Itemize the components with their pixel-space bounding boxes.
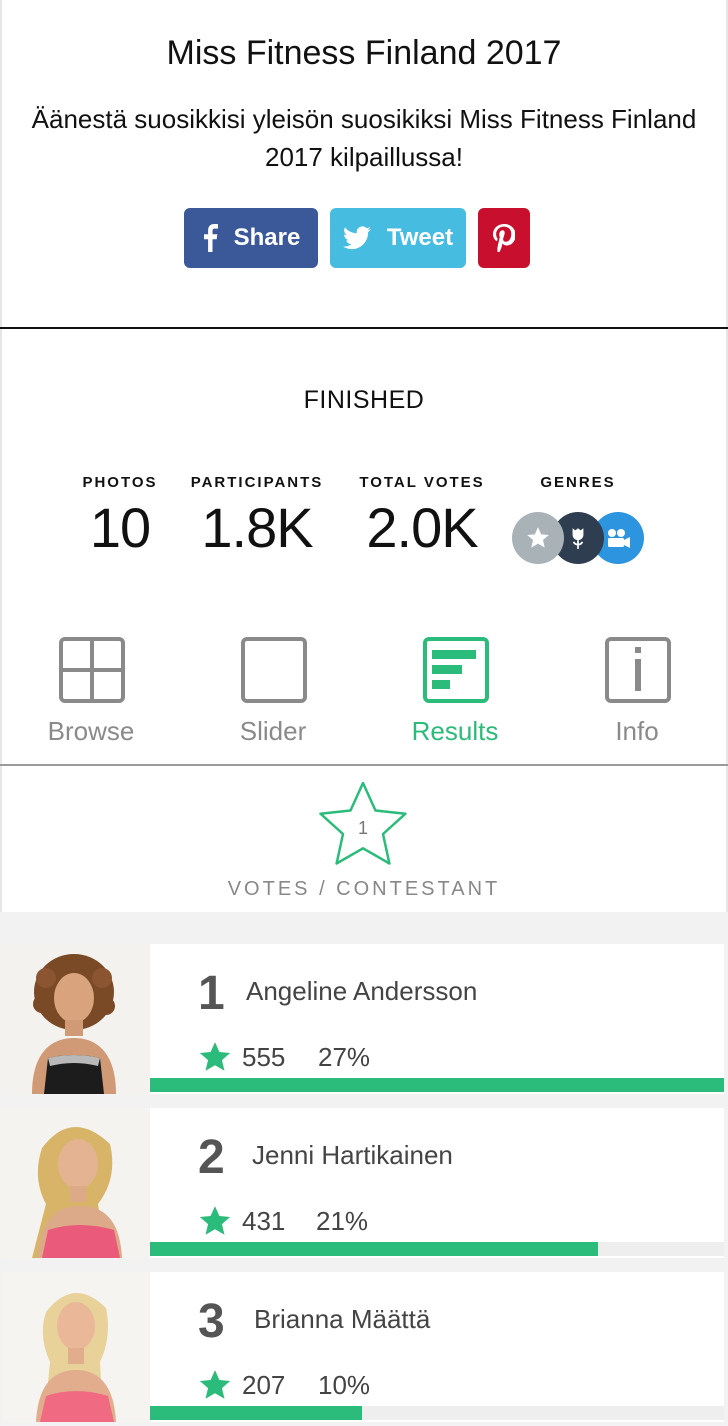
pinterest-pin-button[interactable] (478, 208, 530, 268)
result-rank: 1 (198, 967, 225, 1020)
stat-total-votes-label: TOTAL VOTES (359, 474, 485, 491)
facebook-share-button[interactable]: Share (184, 208, 318, 268)
tab-info-label: Info (615, 716, 659, 746)
stat-photos-label: PHOTOS (82, 474, 158, 491)
twitter-tweet-button[interactable]: Tweet (330, 208, 466, 268)
page: Miss Fitness Finland 2017 Äänestä suosik… (0, 0, 728, 1426)
stat-photos-value: 10 (89, 496, 151, 559)
vote-bar (150, 1242, 724, 1256)
vote-bar-fill (150, 1242, 598, 1256)
tab-results[interactable]: Results (364, 632, 546, 764)
tab-results-label: Results (411, 716, 499, 746)
stat-genres-label: GENRES (540, 474, 616, 491)
page-description: Äänestä suosikkisi yleisön suosikiksi Mi… (31, 104, 697, 172)
twitter-bird-icon (342, 226, 371, 250)
result-rank: 2 (198, 1131, 225, 1184)
vote-bar-fill (150, 1406, 363, 1420)
contestant-photo (2, 1108, 150, 1258)
contestant-name: Jenni Hartikainen (252, 1140, 453, 1170)
vote-bar-fill (150, 1078, 724, 1092)
stat-participants: PARTICIPANTS 1.8K (180, 474, 334, 559)
vote-star-icon (199, 1206, 231, 1235)
stat-genres: GENRES (510, 474, 646, 491)
tab-info[interactable]: Info (546, 632, 728, 764)
view-tabs: Browse Slider Results Info (0, 632, 728, 764)
page-title: Miss Fitness Finland 2017 (166, 34, 562, 72)
votes-per-contestant-label: VOTES / CONTESTANT (227, 878, 501, 900)
twitter-tweet-label: Tweet (386, 224, 454, 251)
vote-bar (150, 1406, 724, 1420)
tabs-divider (0, 764, 728, 766)
results-list: 1 Angeline Andersson 555 27% 2 Jenni Har… (0, 912, 728, 1426)
result-row[interactable]: 3 Brianna Määttä 207 10% (2, 1272, 724, 1422)
vote-star-icon (199, 1042, 231, 1071)
share-buttons: Share Tweet (0, 208, 728, 268)
facebook-icon (202, 224, 218, 252)
stat-participants-value: 1.8K (201, 496, 313, 559)
tab-slider[interactable]: Slider (182, 632, 364, 764)
vote-count: 555 (242, 1042, 286, 1072)
result-rank: 3 (198, 1295, 225, 1348)
vote-count: 207 (242, 1370, 286, 1400)
stat-participants-label: PARTICIPANTS (190, 474, 324, 491)
vote-percent: 10% (318, 1370, 371, 1400)
tab-browse[interactable]: Browse (0, 632, 182, 764)
bar-chart-icon (423, 637, 489, 703)
contestant-name: Angeline Andersson (246, 976, 478, 1006)
tab-browse-label: Browse (47, 716, 135, 746)
vote-star-icon (199, 1370, 231, 1399)
grid-icon (59, 637, 125, 703)
pinterest-icon (493, 224, 515, 252)
vote-count: 431 (242, 1206, 286, 1236)
result-row[interactable]: 1 Angeline Andersson 555 27% (2, 944, 724, 1094)
votes-per-contestant-value: 1 (357, 818, 368, 838)
info-icon (605, 637, 671, 703)
contest-status: FINISHED (303, 386, 425, 414)
contestant-name: Brianna Määttä (254, 1304, 431, 1334)
vote-percent: 21% (316, 1206, 369, 1236)
vote-percent: 27% (318, 1042, 371, 1072)
genre-star-icon[interactable] (512, 512, 564, 564)
stat-total-votes-value: 2.0K (366, 496, 478, 559)
genre-icons (512, 512, 652, 566)
stat-photos: PHOTOS 10 (70, 474, 170, 559)
stat-total-votes: TOTAL VOTES 2.0K (344, 474, 500, 559)
vote-bar (150, 1078, 724, 1092)
tab-slider-label: Slider (239, 716, 307, 746)
contestant-photo (2, 944, 150, 1094)
votes-per-contestant: 1 VOTES / CONTESTANT (0, 780, 728, 910)
square-icon (241, 637, 307, 703)
facebook-share-label: Share (233, 224, 301, 251)
header-divider (0, 327, 728, 329)
result-row[interactable]: 2 Jenni Hartikainen 431 21% (2, 1108, 724, 1258)
contestant-photo (2, 1272, 150, 1422)
